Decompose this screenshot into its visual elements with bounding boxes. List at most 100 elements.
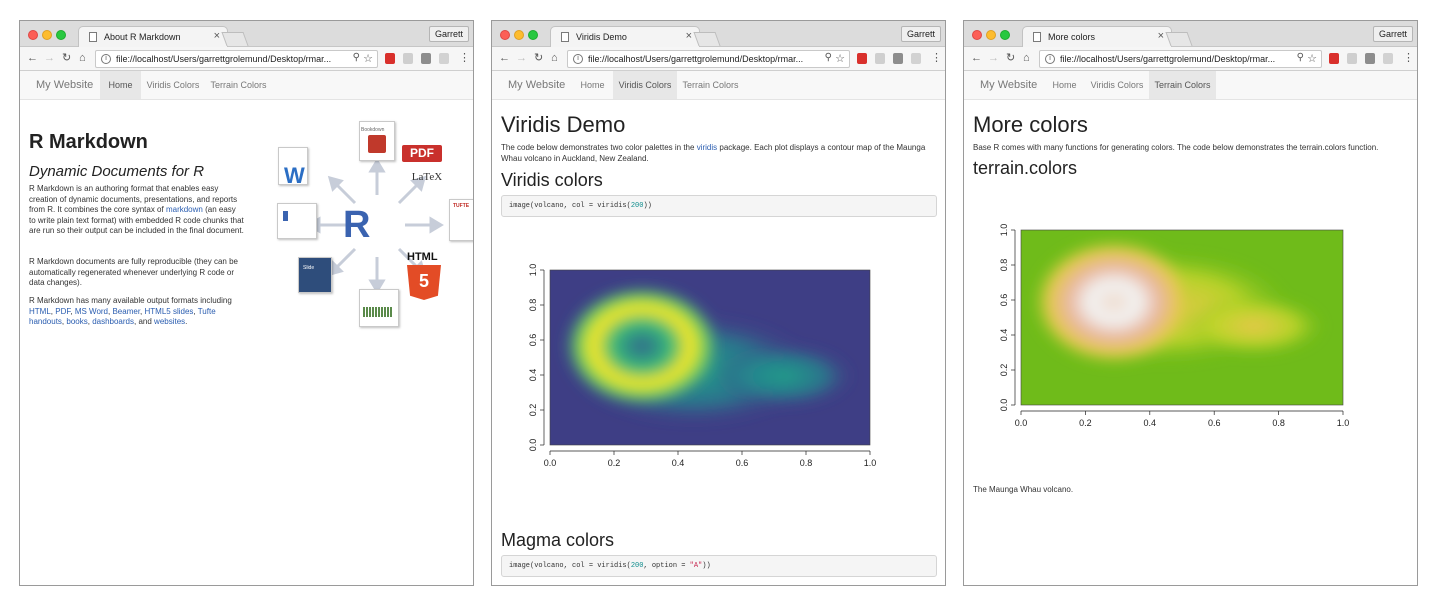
x-tick-label: 1.0 [1337,418,1350,428]
forward-icon[interactable]: → [44,51,55,65]
terrain-heatmap-plot: 0.0 0.2 0.4 0.6 0.8 1.0 0.0 0.2 0.4 0.6 0.8 1.0 [999,224,1350,428]
minimize-window-button[interactable] [986,30,996,40]
nav-terrain-colors[interactable]: Terrain Colors [205,71,272,99]
extension-red-icon[interactable] [385,53,395,64]
beamer-link[interactable]: Beamer [112,307,140,316]
address-bar[interactable]: i file://localhost/Users/garrettgrolemun… [1039,50,1322,68]
code-number: 200 [630,562,644,570]
back-icon[interactable]: ← [499,51,510,65]
new-tab-button[interactable] [221,32,249,46]
forward-icon[interactable]: → [988,51,999,65]
extension-grey-icon[interactable] [1347,53,1357,64]
new-tab-button[interactable] [1165,32,1193,46]
profile-button[interactable]: Garrett [900,26,941,42]
site-brand[interactable]: My Website [980,79,1037,91]
reload-icon[interactable]: ↻ [1006,51,1015,65]
extension-dark-icon[interactable] [1365,53,1375,64]
nav-viridis-colors[interactable]: Viridis Colors [613,71,677,99]
tab-title: Viridis Demo [576,32,627,42]
extension-dark-icon[interactable] [893,53,903,64]
section-heading-terrain: terrain.colors [973,158,1078,178]
bookmark-star-icon[interactable]: ☆ [835,52,845,65]
nav-home[interactable]: Home [100,71,141,99]
site-brand[interactable]: My Website [508,79,565,91]
nav-terrain-colors[interactable]: Terrain Colors [677,71,744,99]
reload-icon[interactable]: ↻ [534,51,543,65]
zoom-icon[interactable]: ⚲ [825,52,832,63]
extension-light-icon[interactable] [911,53,921,64]
paragraph-text: R Markdown has many available output for… [29,296,232,305]
home-icon[interactable]: ⌂ [551,51,558,65]
maximize-window-button[interactable] [56,30,66,40]
browser-tab[interactable]: Viridis Demo × [550,26,700,48]
y-tick-label: 1.0 [999,224,1009,237]
nav-terrain-colors[interactable]: Terrain Colors [1149,71,1216,99]
close-window-button[interactable] [972,30,982,40]
info-icon[interactable]: i [1045,54,1055,64]
maximize-window-button[interactable] [528,30,538,40]
back-icon[interactable]: ← [971,51,982,65]
forward-icon[interactable]: → [516,51,527,65]
profile-button[interactable]: Garrett [428,26,469,42]
info-icon[interactable]: i [101,54,111,64]
address-bar[interactable]: i file://localhost/Users/garrettgrolemun… [95,50,378,68]
site-navbar: My Website Home Viridis Colors Terrain C… [492,71,945,100]
profile-button[interactable]: Garrett [1372,26,1413,42]
html5-slides-link[interactable]: HTML5 slides [145,307,194,316]
home-icon[interactable]: ⌂ [79,51,86,65]
browser-tab[interactable]: More colors × [1022,26,1172,48]
bookmark-star-icon[interactable]: ☆ [363,52,373,65]
extension-grey-icon[interactable] [875,53,885,64]
address-bar[interactable]: i file://localhost/Users/garrettgrolemun… [567,50,850,68]
nav-viridis-colors[interactable]: Viridis Colors [1085,71,1149,99]
bookmark-star-icon[interactable]: ☆ [1307,52,1317,65]
viridis-link[interactable]: viridis [697,143,717,152]
extension-light-icon[interactable] [439,53,449,64]
extension-red-icon[interactable] [857,53,867,64]
minimize-window-button[interactable] [42,30,52,40]
page-subtitle: Dynamic Documents for R [29,163,205,180]
nav-home[interactable]: Home [1044,71,1085,99]
browser-tab[interactable]: About R Markdown × [78,26,228,48]
nav-home[interactable]: Home [572,71,613,99]
x-tick-label: 0.2 [1079,418,1092,428]
title-bar: More colors × Garrett [964,21,1417,48]
dashboards-link[interactable]: dashboards [92,317,134,326]
title-bar: Viridis Demo × Garrett [492,21,945,48]
slide-label: Slide [303,265,315,271]
close-window-button[interactable] [28,30,38,40]
nav-viridis-colors[interactable]: Viridis Colors [141,71,205,99]
reload-icon[interactable]: ↻ [62,51,71,65]
extension-light-icon[interactable] [1383,53,1393,64]
close-window-button[interactable] [500,30,510,40]
extension-red-icon[interactable] [1329,53,1339,64]
document-icon [89,32,97,42]
home-icon[interactable]: ⌂ [1023,51,1030,65]
close-tab-icon[interactable]: × [686,30,692,42]
extension-dark-icon[interactable] [421,53,431,64]
websites-link[interactable]: websites [154,317,185,326]
site-brand[interactable]: My Website [36,79,93,91]
pdf-link[interactable]: PDF [55,307,70,316]
maximize-window-button[interactable] [1000,30,1010,40]
close-tab-icon[interactable]: × [214,30,220,42]
back-icon[interactable]: ← [27,51,38,65]
menu-icon[interactable]: ⋮ [459,51,470,65]
zoom-icon[interactable]: ⚲ [1297,52,1304,63]
ms-word-link[interactable]: MS Word [75,307,108,316]
menu-icon[interactable]: ⋮ [1403,51,1414,65]
menu-icon[interactable]: ⋮ [931,51,942,65]
books-link[interactable]: books [66,317,87,326]
extension-grey-icon[interactable] [403,53,413,64]
browser-toolbar: ← → ↻ ⌂ i file://localhost/Users/garrett… [964,47,1417,71]
info-icon[interactable]: i [573,54,583,64]
markdown-link[interactable]: markdown [166,205,203,214]
zoom-icon[interactable]: ⚲ [353,52,360,63]
page-title: Viridis Demo [501,112,626,137]
y-tick-label: 0.4 [999,329,1009,342]
minimize-window-button[interactable] [514,30,524,40]
html-link[interactable]: HTML [29,307,51,316]
close-tab-icon[interactable]: × [1158,30,1164,42]
new-tab-button[interactable] [693,32,721,46]
html5-label: HTML [407,251,438,263]
